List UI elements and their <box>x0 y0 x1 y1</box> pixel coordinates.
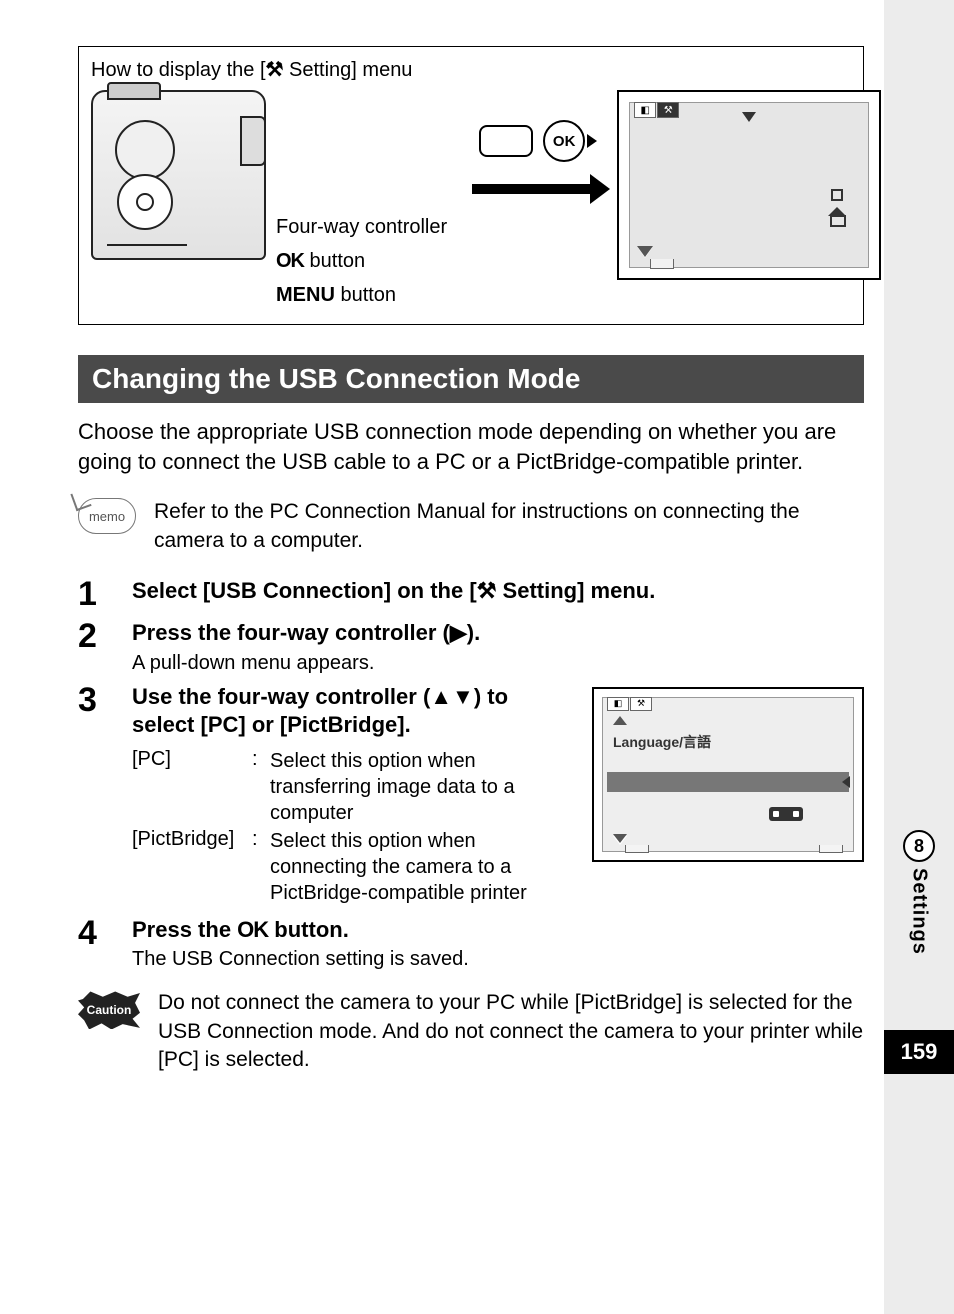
tab-camera-icon: ◧ <box>634 102 656 118</box>
label-fourway: Four-way controller <box>276 210 447 244</box>
label-ok-rest: button <box>304 250 365 272</box>
steps-list: 1 Select [USB Connection] on the [⚒ Sett… <box>78 577 864 971</box>
page-number-badge: 159 <box>884 1030 954 1074</box>
caution-block: Caution Do not connect the camera to you… <box>78 989 864 1074</box>
chapter-label: Settings <box>908 868 931 955</box>
step-number: 2 <box>78 619 114 653</box>
step-3: 3 Use the four-way controller (▲▼) to se… <box>78 683 864 908</box>
step-number: 3 <box>78 683 114 717</box>
label-menu: MENU button <box>276 278 447 312</box>
language-row-label: Language/言語 <box>613 732 711 752</box>
lcd-screen-diagram-2: ◧ ⚒ Language/言語 <box>592 687 864 862</box>
howto-diagram-box: How to display the [⚒ Setting] menu Four… <box>78 46 864 325</box>
label-ok: OK button <box>276 244 447 278</box>
options-table: [PC] : Select this option when transferr… <box>132 748 572 906</box>
intro-paragraph: Choose the appropriate USB connection mo… <box>78 417 864 476</box>
step-title: Use the four-way controller (▲▼) to sele… <box>132 683 572 740</box>
square-icon <box>831 189 843 201</box>
page-content: How to display the [⚒ Setting] menu Four… <box>0 0 954 1074</box>
colon: : <box>252 748 270 826</box>
tab-setting-icon: ⚒ <box>657 102 679 118</box>
step-title: Select [USB Connection] on the [⚒ Settin… <box>132 577 864 606</box>
section-heading: Changing the USB Connection Mode <box>78 355 864 403</box>
down-triangle-icon <box>742 109 756 127</box>
screen-foot-left <box>625 845 649 853</box>
step-number: 4 <box>78 916 114 950</box>
highlight-bar <box>607 772 849 792</box>
pictbridge-icon <box>769 807 803 821</box>
home-icon <box>830 211 844 225</box>
step-1: 1 Select [USB Connection] on the [⚒ Sett… <box>78 577 864 611</box>
step-title: Press the four-way controller (▶). <box>132 619 864 648</box>
fourway-controller-icon <box>117 174 173 230</box>
diagram-labels: Four-way controller OK button MENU butto… <box>276 90 447 312</box>
screen-foot-right <box>819 845 843 853</box>
label-menu-rest: button <box>335 284 396 306</box>
screen-foot-tab <box>650 259 674 269</box>
diagram-title: How to display the [⚒ Setting] menu <box>91 57 851 82</box>
colon: : <box>252 828 270 906</box>
step4-title-a: Press the <box>132 917 237 942</box>
diagram-mid-column: OK <box>457 90 607 194</box>
screen-tabs: ◧ ⚒ <box>634 102 679 120</box>
caution-text: Do not connect the camera to your PC whi… <box>158 989 864 1074</box>
diagram-title-prefix: How to display the [ <box>91 59 266 81</box>
up-triangle-icon <box>613 716 627 725</box>
step-title: Press the OK button. <box>132 916 864 945</box>
screen2-tabs: ◧ ⚒ <box>607 697 652 711</box>
camera-illustration <box>91 90 266 260</box>
option-val-pc: Select this option when transferring ima… <box>270 748 572 826</box>
label-ok-strong: OK <box>276 250 304 272</box>
memo-text: Refer to the PC Connection Manual for in… <box>154 498 864 555</box>
camera-lens-icon <box>115 120 175 180</box>
lcd-screen-diagram-1: ◧ ⚒ <box>617 90 881 280</box>
step-subtext: A pull-down menu appears. <box>132 652 864 675</box>
menu-button-icon <box>479 125 533 157</box>
memo-block: memo Refer to the PC Connection Manual f… <box>78 498 864 555</box>
label-menu-strong: MENU <box>276 284 335 306</box>
option-key-pc: [PC] <box>132 748 252 826</box>
ok-button-icon: OK <box>543 120 585 162</box>
option-val-pb: Select this option when connecting the c… <box>270 828 572 906</box>
step-number: 1 <box>78 577 114 611</box>
step4-title-b: button. <box>268 917 349 942</box>
chapter-tab: 8 Settings <box>894 830 944 955</box>
chapter-number: 8 <box>903 830 935 862</box>
setting-tool-icon: ⚒ <box>266 59 284 81</box>
tab-camera-icon: ◧ <box>607 697 629 711</box>
step-2: 2 Press the four-way controller (▶). A p… <box>78 619 864 675</box>
camera-buttons-icon <box>107 244 187 254</box>
diagram-title-suffix: Setting] menu <box>283 59 412 81</box>
step1-title-b: Setting] menu. <box>496 578 655 603</box>
memo-badge-icon: memo <box>78 498 136 534</box>
step1-title-a: Select [USB Connection] on the [ <box>132 578 477 603</box>
caution-badge-icon: Caution <box>78 991 140 1029</box>
down-triangle-outline-icon <box>613 836 627 845</box>
step-subtext: The USB Connection setting is saved. <box>132 948 864 971</box>
arrow-right-icon <box>472 184 592 194</box>
step-4: 4 Press the OK button. The USB Connectio… <box>78 916 864 972</box>
option-key-pb: [PictBridge] <box>132 828 252 906</box>
tab-setting-icon: ⚒ <box>630 697 652 711</box>
side-rail <box>884 0 954 1314</box>
step4-ok-text: OK <box>237 917 268 942</box>
setting-tool-icon: ⚒ <box>477 578 497 603</box>
